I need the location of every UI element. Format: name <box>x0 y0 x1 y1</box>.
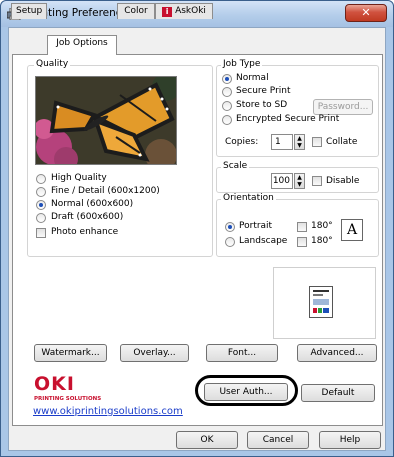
overlay-button[interactable]: Overlay... <box>120 344 189 362</box>
oki-logo: OKI <box>34 374 104 394</box>
tab-job-options-label: Job Options <box>56 38 108 48</box>
butterfly-image <box>36 77 176 164</box>
scale-input[interactable]: 100 <box>271 173 293 189</box>
rotate-portrait-checkbox[interactable] <box>297 222 307 232</box>
job-store-sd-radio[interactable] <box>222 101 232 111</box>
tab-color[interactable]: Color <box>117 3 155 19</box>
font-button[interactable]: Font... <box>206 344 278 362</box>
tab-job-options[interactable]: Job Options <box>47 35 117 55</box>
brand-tagline: PRINTING SOLUTIONS <box>34 396 102 402</box>
tab-askoki-label: AskOki <box>175 6 206 16</box>
quality-high-radio[interactable] <box>36 174 46 184</box>
orientation-preview-letter: A <box>346 222 358 238</box>
portrait-label: Portrait <box>239 221 273 231</box>
job-normal-radio[interactable] <box>222 74 232 84</box>
copies-input[interactable]: 1 <box>271 134 293 150</box>
password-button[interactable]: Password... <box>313 99 373 115</box>
tab-askoki[interactable]: i AskOki <box>155 3 213 19</box>
quality-draft-label: Draft (600x600) <box>51 212 124 222</box>
rotate-portrait-label: 180° <box>311 221 333 231</box>
quality-high-label: High Quality <box>51 173 107 183</box>
quality-normal-label: Normal (600x600) <box>51 199 134 209</box>
disable-scale-label: Disable <box>326 176 360 186</box>
scale-spinner[interactable]: ▲ ▼ <box>294 173 305 189</box>
orientation-legend: Orientation <box>221 193 276 203</box>
brand-website-link[interactable]: www.okiprintingsolutions.com <box>33 406 183 417</box>
copies-label: Copies: <box>225 137 259 147</box>
orientation-preview-icon: A <box>341 219 363 241</box>
user-auth-highlight <box>195 375 298 406</box>
document-preview-icon <box>309 286 333 318</box>
quality-draft-radio[interactable] <box>36 213 46 223</box>
quality-fine-radio[interactable] <box>36 187 46 197</box>
quality-fine-label: Fine / Detail (600x1200) <box>51 186 160 196</box>
job-secure-print-label: Secure Print <box>236 86 291 96</box>
collate-label: Collate <box>326 137 358 147</box>
job-encrypted-radio[interactable] <box>222 115 232 125</box>
photo-enhance-checkbox[interactable] <box>36 228 46 238</box>
quality-normal-radio[interactable] <box>36 200 46 210</box>
tab-setup[interactable]: Setup <box>11 3 47 19</box>
copies-spinner[interactable]: ▲ ▼ <box>294 134 305 150</box>
close-icon: ✕ <box>361 6 371 19</box>
oki-logo-text: OKI <box>34 373 75 395</box>
job-secure-print-radio[interactable] <box>222 87 232 97</box>
collate-checkbox[interactable] <box>312 137 322 147</box>
watermark-button[interactable]: Watermark... <box>34 344 107 362</box>
landscape-label: Landscape <box>239 236 288 246</box>
ok-button[interactable]: OK <box>176 431 238 449</box>
landscape-radio[interactable] <box>225 237 235 247</box>
butterfly-preview-image <box>35 76 177 165</box>
scale-legend: Scale <box>221 161 250 171</box>
photo-enhance-label: Photo enhance <box>51 227 119 237</box>
disable-scale-checkbox[interactable] <box>312 176 322 186</box>
default-button[interactable]: Default <box>301 384 375 402</box>
tab-color-label: Color <box>124 6 148 16</box>
printing-preferences-window: Printing Preferences ✕ Setup Job Options… <box>0 0 394 457</box>
quality-legend: Quality <box>34 59 71 69</box>
job-type-legend: Job Type <box>221 59 263 69</box>
job-normal-label: Normal <box>236 73 269 83</box>
tab-setup-label: Setup <box>16 6 43 16</box>
job-encrypted-label: Encrypted Secure Print <box>236 114 340 124</box>
advanced-button[interactable]: Advanced... <box>297 344 377 362</box>
cancel-button[interactable]: Cancel <box>247 431 309 449</box>
rotate-landscape-checkbox[interactable] <box>297 237 307 247</box>
job-store-sd-label: Store to SD <box>236 100 288 110</box>
rotate-landscape-label: 180° <box>311 236 333 246</box>
page-preview-area <box>273 267 376 339</box>
help-button[interactable]: Help <box>319 431 381 449</box>
close-button[interactable]: ✕ <box>345 4 387 22</box>
portrait-radio[interactable] <box>225 222 235 232</box>
askoki-icon: i <box>162 7 173 17</box>
